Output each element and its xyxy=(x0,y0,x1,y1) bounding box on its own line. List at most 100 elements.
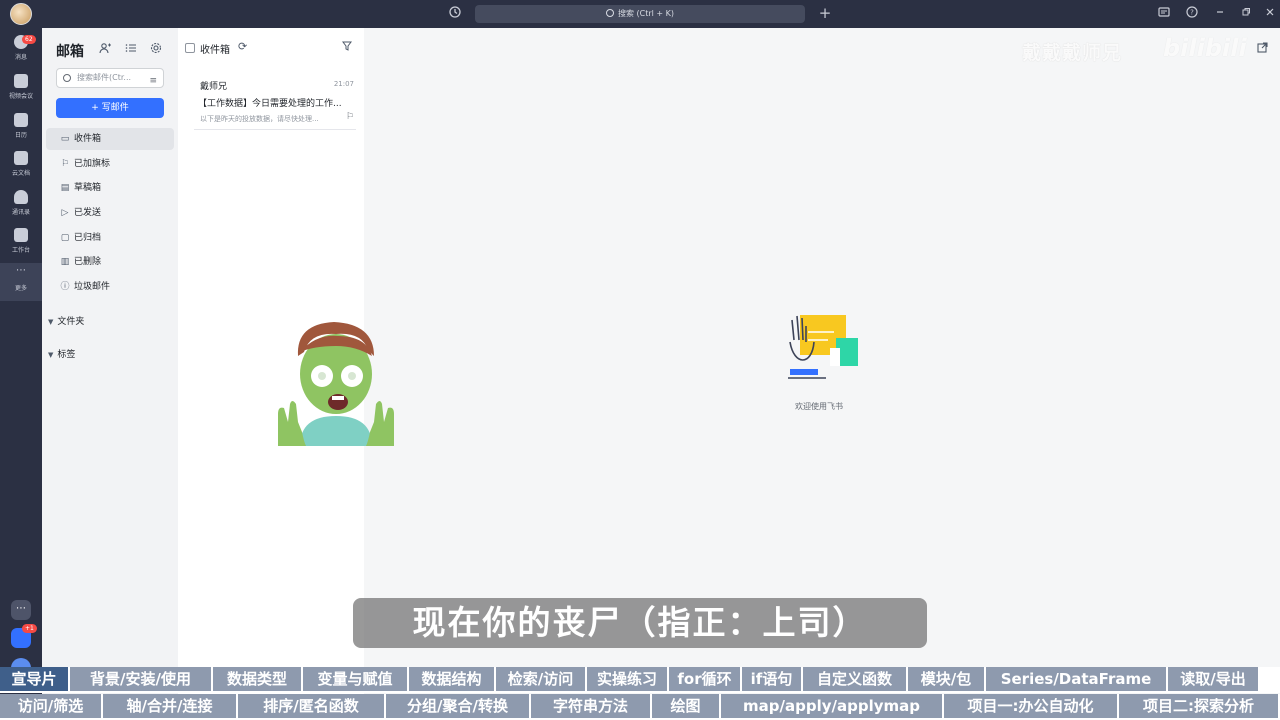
refresh-icon[interactable]: ⟳ xyxy=(238,40,247,53)
course-nav-item[interactable]: 字符串方法 xyxy=(531,694,650,718)
course-nav-item[interactable]: 自定义函数 xyxy=(803,667,906,691)
popout-icon[interactable] xyxy=(1257,42,1268,56)
zombie-emoji-icon xyxy=(278,322,394,446)
folder-inbox[interactable]: ▭ 收件箱 xyxy=(46,128,174,150)
folder-deleted[interactable]: ▥ 已删除 xyxy=(46,251,174,273)
folder-label: 草稿箱 xyxy=(74,183,102,193)
more-icon: ⋯ xyxy=(16,265,26,276)
folder-archived[interactable]: ▢ 已归档 xyxy=(46,227,174,249)
course-nav-item[interactable]: map/apply/applymap xyxy=(721,694,942,718)
rail-item-video[interactable]: 视频会议 xyxy=(0,71,42,109)
video-icon xyxy=(14,74,28,88)
app-nav-rail: 62 消息 视频会议 日历 云文档 通讯录 工作台 ⋯ 更多 ⋯ +1 xyxy=(0,28,42,720)
user-avatar[interactable] xyxy=(10,3,32,25)
mail-search-input[interactable]: 搜索邮件(Ctr... ≡ xyxy=(56,68,164,88)
rail-item-workplace[interactable]: 工作台 xyxy=(0,225,42,263)
bilibili-watermark: bilibili xyxy=(1163,34,1247,62)
restore-icon[interactable] xyxy=(1238,6,1254,22)
rail-label: 更多 xyxy=(14,285,27,292)
rail-item-messages[interactable]: 62 消息 xyxy=(0,32,42,70)
course-nav-item[interactable]: 项目二:探索分析 xyxy=(1119,694,1278,718)
course-nav-item[interactable]: 检索/访问 xyxy=(496,667,585,691)
folder-label: 已删除 xyxy=(74,257,102,267)
rail-item-calendar[interactable]: 日历 xyxy=(0,110,42,148)
course-nav-item[interactable]: 模块/包 xyxy=(908,667,984,691)
course-nav-item[interactable]: 读取/导出 xyxy=(1168,667,1258,691)
course-nav-item[interactable]: for循环 xyxy=(669,667,740,691)
gear-icon[interactable] xyxy=(149,42,163,56)
mail-badge: +1 xyxy=(22,624,37,633)
course-nav-item[interactable]: 数据结构 xyxy=(409,667,494,691)
course-nav-item[interactable]: 背景/安装/使用 xyxy=(70,667,211,691)
section-label: 标签 xyxy=(57,350,76,360)
close-icon[interactable] xyxy=(1262,6,1278,22)
title-bar: 搜索 (Ctrl + K) + ? xyxy=(0,0,1280,28)
unread-badge: 62 xyxy=(22,35,36,44)
search-placeholder: 搜索邮件(Ctr... xyxy=(77,73,132,82)
rail-label: 通讯录 xyxy=(11,209,30,216)
course-nav-item[interactable]: 绘图 xyxy=(652,694,719,718)
folder-drafts[interactable]: ▤ 草稿箱 xyxy=(46,177,174,199)
doc-icon xyxy=(14,151,28,165)
mail-app-icon[interactable]: +1 xyxy=(11,624,37,648)
select-all-checkbox[interactable] xyxy=(185,43,195,53)
folder-flagged[interactable]: ⚐ 已加旗标 xyxy=(46,153,174,175)
course-nav-item[interactable]: 分组/聚合/转换 xyxy=(386,694,529,718)
welcome-illustration-icon xyxy=(788,315,858,379)
folder-sent[interactable]: ▷ 已发送 xyxy=(46,202,174,224)
course-nav-item[interactable]: 变量与赋值 xyxy=(303,667,407,691)
course-nav-item[interactable]: 实操练习 xyxy=(587,667,667,691)
more-apps-icon[interactable]: ⋯ xyxy=(11,600,31,620)
folder-label: 收件箱 xyxy=(74,134,102,144)
search-icon xyxy=(605,9,614,17)
filter-icon[interactable]: ≡ xyxy=(149,72,157,90)
history-icon[interactable] xyxy=(446,5,464,23)
course-nav-item[interactable]: 访问/筛选 xyxy=(0,694,101,718)
rail-label: 视频会议 xyxy=(8,93,33,100)
new-tab-icon[interactable]: + xyxy=(817,4,833,22)
settings-panel-icon[interactable] xyxy=(1156,6,1172,22)
mail-list-item[interactable]: 戴师兄 21:07 【工作数据】今日需要处理的工作... 以下是昨天的投放数据，… xyxy=(194,74,356,130)
help-icon[interactable]: ? xyxy=(1184,6,1200,22)
flag-icon: ⚐ xyxy=(60,159,70,169)
global-search-input[interactable]: 搜索 (Ctrl + K) xyxy=(475,5,805,23)
rail-label: 云文档 xyxy=(11,170,30,177)
mail-sender: 戴师兄 xyxy=(200,82,228,92)
section-tags[interactable]: ▼ 标签 xyxy=(48,347,75,360)
course-nav-item[interactable]: if语句 xyxy=(742,667,801,691)
course-nav-row-2: 访问/筛选 轴/合并/连接 排序/匿名函数 分组/聚合/转换 字符串方法 绘图 … xyxy=(0,694,1280,720)
mail-subject: 【工作数据】今日需要处理的工作... xyxy=(198,99,342,109)
section-label: 文件夹 xyxy=(57,317,85,327)
course-nav-item[interactable]: 排序/匿名函数 xyxy=(238,694,384,718)
calendar-icon xyxy=(14,113,28,127)
course-nav-item[interactable]: 宣导片 xyxy=(0,667,68,691)
rail-item-docs[interactable]: 云文档 xyxy=(0,148,42,186)
section-folders[interactable]: ▼ 文件夹 xyxy=(48,314,84,327)
draft-icon: ▤ xyxy=(60,183,70,193)
flag-icon[interactable]: ⚐ xyxy=(346,112,354,122)
mail-preview: 以下是昨天的投放数据，请尽快处理... xyxy=(200,115,319,123)
folder-label: 已发送 xyxy=(74,208,102,218)
compose-button[interactable]: + 写邮件 xyxy=(56,98,164,118)
rail-item-contacts[interactable]: 通讯录 xyxy=(0,187,42,225)
minimize-icon[interactable] xyxy=(1212,6,1228,22)
channel-watermark: 戴戴戴师兄 xyxy=(1022,42,1123,64)
course-nav-item[interactable]: 轴/合并/连接 xyxy=(103,694,236,718)
folder-label: 已归档 xyxy=(74,233,102,243)
folder-spam[interactable]: ⓘ 垃圾邮件 xyxy=(46,276,174,298)
mail-sidebar: 邮箱 搜索邮件(Ctr... ≡ + 写邮件 ▭ 收件箱 ⚐ 已加旗标 ▤ 草稿箱 ▷… xyxy=(42,28,178,720)
folder-label: 垃圾邮件 xyxy=(74,282,111,292)
course-nav-item[interactable]: 数据类型 xyxy=(213,667,301,691)
filter-icon[interactable] xyxy=(342,41,352,54)
rail-label: 日历 xyxy=(14,132,27,139)
mail-time: 21:07 xyxy=(333,80,354,88)
search-placeholder: 搜索 (Ctrl + K) xyxy=(617,9,675,18)
course-nav-item[interactable]: 项目一:办公自动化 xyxy=(944,694,1117,718)
course-nav-item[interactable]: Series/DataFrame xyxy=(986,667,1166,691)
mailbox-title: 邮箱 xyxy=(56,44,84,60)
list-icon[interactable] xyxy=(124,42,138,56)
search-icon xyxy=(63,74,71,82)
add-contact-icon[interactable] xyxy=(98,42,112,56)
rail-item-more[interactable]: ⋯ 更多 xyxy=(0,263,42,301)
trash-icon: ▥ xyxy=(60,257,70,267)
